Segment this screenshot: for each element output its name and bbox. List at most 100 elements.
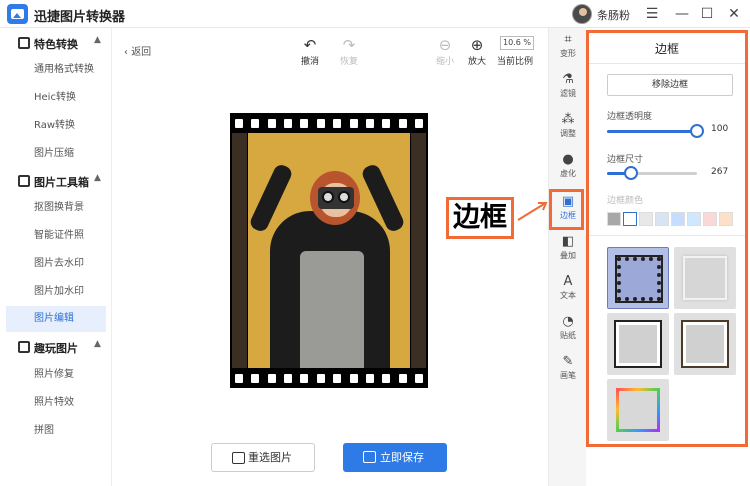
color-swatch[interactable] [639,212,653,226]
frame-option-rainbow[interactable] [607,379,669,441]
actual-ratio-button[interactable]: 当前比例 [497,54,533,67]
film-sprockets-top [235,116,423,130]
rail-label: 滤镜 [560,89,576,98]
rail-item-filter[interactable]: ⚗ 滤镜 [549,72,587,99]
rail-item-overlay[interactable]: ◧ 叠加 [549,234,587,261]
app-title: 迅捷图片转换器 [34,10,126,25]
sidebar-item-image-edit[interactable]: 图片编辑 [6,306,106,332]
tool-rail: ⌗ 变形 ⚗ 滤镜 ⁂ 调整 ● 虚化 ▣ 边框 ◧ 叠加 A 文本 ◔ 贴纸 … [548,28,586,486]
opacity-slider[interactable] [607,124,704,138]
back-button[interactable]: ‹ 返回 [124,43,151,58]
color-swatch[interactable] [671,212,685,226]
sidebar-section-fun[interactable]: 趣玩图片 ▲ [0,334,112,360]
opacity-label: 边框透明度 [607,112,653,122]
size-label: 边框尺寸 [607,155,644,165]
sticker-icon: ◔ [562,314,574,329]
close-icon[interactable]: ✕ [724,4,744,24]
rail-item-brush[interactable]: ✎ 画笔 [549,354,587,381]
image-icon [232,452,245,464]
opacity-slider-fill [607,130,697,133]
zoom-out-icon: ⊖ [438,36,452,54]
sidebar-section-toolbox[interactable]: 图片工具箱 ▲ [0,168,112,194]
undo-label: 撤消 [300,57,319,67]
chevron-up-icon[interactable]: ▲ [94,339,101,349]
color-swatch[interactable] [687,212,701,226]
sidebar: 特色转换 ▲ 通用格式转换 Heic转换 Raw转换 图片压缩 图片工具箱 ▲ … [0,28,112,486]
undo-icon: ↶ [303,36,317,54]
avatar[interactable] [572,4,592,24]
zoom-in-label: 放大 [467,57,486,67]
rail-item-transform[interactable]: ⌗ 变形 [549,32,587,59]
sidebar-section-label: 趣玩图片 [34,342,78,355]
callout-arrow-icon [517,202,548,221]
rail-label: 虚化 [560,169,576,178]
menu-icon[interactable]: ☰ [642,4,662,24]
sidebar-item-photo-effects[interactable]: 照片特效 [6,390,106,416]
sidebar-item-compress[interactable]: 图片压缩 [6,141,106,167]
redo-button[interactable]: ↷ 恢复 [331,36,367,67]
username[interactable]: 条肠粉 [597,7,630,23]
section-icon [18,341,30,353]
panel-title: 边框 [654,42,679,56]
size-slider-knob[interactable] [624,166,639,180]
adjust-icon: ⁂ [561,112,575,127]
size-slider[interactable] [607,166,697,180]
back-label: 返回 [131,47,152,58]
sidebar-item-add-watermark[interactable]: 图片加水印 [6,279,106,305]
frame-option-soft[interactable] [674,247,736,309]
border-panel: 边框 移除边框 边框透明度 100 边框尺寸 267 边框颜色 [586,30,748,447]
maximize-icon[interactable]: ☐ [697,4,717,24]
save-button[interactable]: 立即保存 [343,443,447,472]
frame-option-dark-thin[interactable] [674,313,736,375]
undo-button[interactable]: ↶ 撤消 [292,36,328,67]
frame-thumb [616,388,660,432]
zoom-in-icon: ⊕ [470,36,484,54]
chevron-up-icon[interactable]: ▲ [94,35,101,45]
rail-label: 叠加 [560,251,576,260]
chevron-up-icon[interactable]: ▲ [94,173,101,183]
zoom-out-label: 缩小 [435,57,454,67]
rail-highlight-box [549,189,584,230]
rail-item-blur[interactable]: ● 虚化 [549,152,587,179]
sidebar-item-id-photo[interactable]: 智能证件照 [6,223,106,249]
zoom-value[interactable]: 10.6 % [500,36,534,50]
frame-thumb [683,256,727,300]
divider [589,63,745,64]
overlay-icon: ◧ [561,234,575,249]
color-swatch[interactable] [655,212,669,226]
reselect-image-button[interactable]: 重选图片 [211,443,315,472]
rail-item-adjust[interactable]: ⁂ 调整 [549,112,587,139]
sidebar-item-photo-repair[interactable]: 照片修复 [6,362,106,388]
sidebar-section-label: 特色转换 [34,38,78,51]
zoom-out-button[interactable]: ⊖ 缩小 [427,36,463,67]
sidebar-item-collage[interactable]: 拼图 [6,418,106,444]
frame-option-film[interactable] [607,247,669,309]
sidebar-item-remove-watermark[interactable]: 图片去水印 [6,251,106,277]
frame-thumb [614,320,662,368]
sidebar-item-cutout[interactable]: 抠图换背景 [6,195,106,221]
redo-icon: ↷ [342,36,356,54]
drop-icon: ● [562,152,574,167]
sidebar-section-label: 图片工具箱 [34,176,89,189]
color-swatch[interactable] [703,212,717,226]
sidebar-item-format-convert[interactable]: 通用格式转换 [6,57,106,83]
rail-item-text[interactable]: A 文本 [549,274,587,301]
save-icon [363,451,376,463]
color-swatch[interactable] [719,212,733,226]
frame-option-black-white[interactable] [607,313,669,375]
remove-border-button[interactable]: 移除边框 [607,74,733,96]
canvas-image[interactable] [230,113,428,388]
color-swatch[interactable] [607,212,621,226]
sidebar-section-special[interactable]: 特色转换 ▲ [0,30,112,56]
sidebar-item-heic[interactable]: Heic转换 [6,85,106,111]
rail-item-sticker[interactable]: ◔ 贴纸 [549,314,587,341]
save-label: 立即保存 [380,451,424,464]
rail-label: 贴纸 [560,331,576,340]
sidebar-item-raw[interactable]: Raw转换 [6,113,106,139]
section-icon [18,175,30,187]
minimize-icon[interactable]: — [672,4,692,24]
color-swatch[interactable] [623,212,637,226]
rail-label: 画笔 [560,371,576,380]
opacity-slider-knob[interactable] [690,124,704,138]
zoom-in-button[interactable]: ⊕ 放大 [459,36,495,67]
